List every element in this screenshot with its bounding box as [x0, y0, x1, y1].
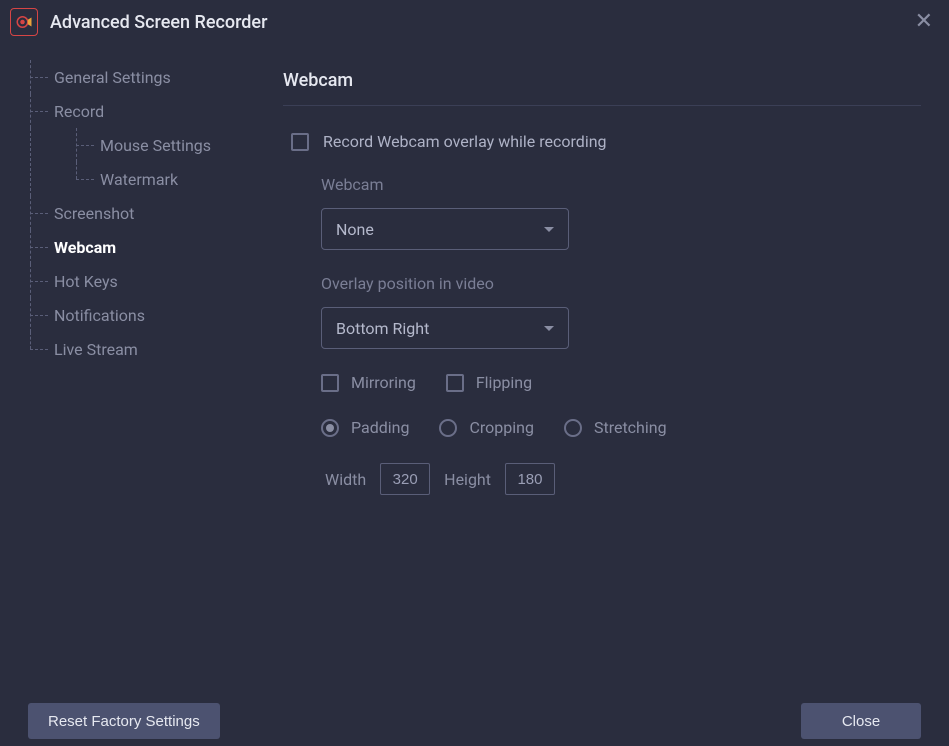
height-input[interactable]: [505, 463, 555, 495]
mirroring-checkbox[interactable]: [321, 374, 339, 392]
stretching-label: Stretching: [594, 418, 667, 437]
flipping-label: Flipping: [476, 373, 532, 392]
width-label: Width: [325, 470, 366, 489]
sidebar-item-webcam[interactable]: Webcam: [18, 230, 247, 264]
sidebar: General Settings Record Mouse Settings W…: [0, 44, 255, 696]
sidebar-item-label: Screenshot: [54, 204, 134, 223]
chevron-down-icon: [544, 227, 554, 232]
cropping-radio[interactable]: [439, 419, 457, 437]
sidebar-item-live-stream[interactable]: Live Stream: [18, 332, 247, 366]
record-overlay-label: Record Webcam overlay while recording: [323, 132, 607, 151]
chevron-down-icon: [544, 326, 554, 331]
sidebar-item-label: Live Stream: [54, 340, 138, 359]
recorder-icon: [15, 13, 33, 31]
cropping-label: Cropping: [469, 418, 533, 437]
sidebar-item-watermark[interactable]: Watermark: [18, 162, 247, 196]
panel-title: Webcam: [283, 70, 921, 91]
sidebar-item-general-settings[interactable]: General Settings: [18, 60, 247, 94]
reset-factory-button[interactable]: Reset Factory Settings: [28, 703, 220, 739]
padding-label: Padding: [351, 418, 409, 437]
padding-radio[interactable]: [321, 419, 339, 437]
webcam-select-value: None: [336, 220, 374, 239]
sidebar-item-notifications[interactable]: Notifications: [18, 298, 247, 332]
flipping-checkbox[interactable]: [446, 374, 464, 392]
sidebar-item-record[interactable]: Record: [18, 94, 247, 128]
width-input[interactable]: [380, 463, 430, 495]
sidebar-item-screenshot[interactable]: Screenshot: [18, 196, 247, 230]
height-label: Height: [444, 470, 491, 489]
sidebar-item-hot-keys[interactable]: Hot Keys: [18, 264, 247, 298]
content-panel: Webcam Record Webcam overlay while recor…: [255, 44, 949, 696]
sidebar-item-mouse-settings[interactable]: Mouse Settings: [18, 128, 247, 162]
overlay-position-label: Overlay position in video: [321, 274, 921, 293]
sidebar-item-label: Webcam: [54, 238, 116, 257]
sidebar-item-label: General Settings: [54, 68, 171, 87]
webcam-label: Webcam: [321, 175, 921, 194]
app-icon: [10, 8, 38, 36]
sidebar-item-label: Mouse Settings: [100, 136, 211, 155]
stretching-radio[interactable]: [564, 419, 582, 437]
sidebar-item-label: Notifications: [54, 306, 145, 325]
close-button[interactable]: Close: [801, 703, 921, 739]
sidebar-item-label: Record: [54, 102, 104, 121]
overlay-position-select[interactable]: Bottom Right: [321, 307, 569, 349]
webcam-select[interactable]: None: [321, 208, 569, 250]
close-icon[interactable]: ✕: [915, 11, 933, 33]
sidebar-item-label: Hot Keys: [54, 272, 118, 291]
sidebar-item-label: Watermark: [100, 170, 178, 189]
mirroring-label: Mirroring: [351, 373, 416, 392]
window-title: Advanced Screen Recorder: [50, 12, 915, 33]
divider: [283, 105, 921, 106]
record-overlay-checkbox[interactable]: [291, 133, 309, 151]
overlay-position-value: Bottom Right: [336, 319, 429, 338]
